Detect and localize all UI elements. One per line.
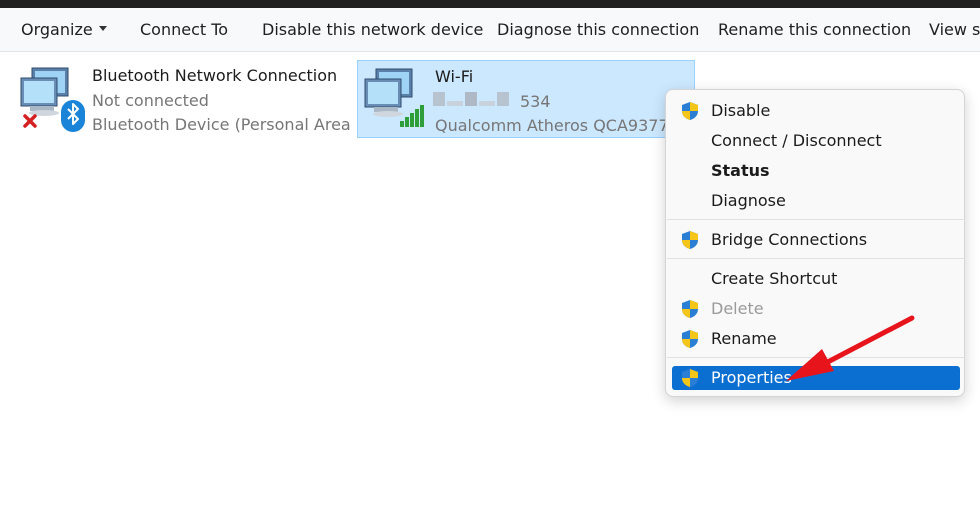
uac-shield-icon [682,300,698,318]
redacted-network-name [433,92,519,106]
connect-to-button[interactable]: Connect To [140,8,228,51]
menu-item-connect-disconnect[interactable]: Connect / Disconnect [672,129,960,153]
uac-shield-icon [682,231,698,249]
menu-separator [667,357,965,358]
connection-device: Bluetooth Device (Personal Area ... [92,115,350,134]
connection-name: Bluetooth Network Connection [92,66,338,85]
diagnose-connection-button[interactable]: Diagnose this connection [497,8,699,51]
connection-status: Not connected [92,91,209,110]
organize-button[interactable]: Organize [21,8,107,51]
menu-item-label: Diagnose [711,191,786,210]
menu-item-label: Bridge Connections [711,230,868,249]
menu-item-label: Properties [711,368,792,387]
organize-label: Organize [21,20,93,39]
menu-item-label: Connect / Disconnect [711,131,882,150]
rename-connection-button[interactable]: Rename this connection [718,8,911,51]
menu-item-label: Delete [711,299,764,318]
menu-item-label: Disable [711,101,771,120]
uac-shield-icon [682,102,698,120]
menu-item-label: Create Shortcut [711,269,838,288]
menu-item-delete: Delete [672,297,960,321]
bluetooth-network-icon [20,67,85,132]
connection-tile-wifi[interactable]: Wi-Fi 534 Qualcomm Atheros QCA9377 W [357,60,695,138]
context-menu: Disable Connect / Disconnect Status Diag… [665,89,965,397]
menu-item-rename[interactable]: Rename [672,327,960,351]
view-status-button[interactable]: View st [929,8,980,51]
connection-tile-bluetooth[interactable]: Bluetooth Network Connection Not connect… [12,60,350,138]
connection-name: Wi-Fi [435,67,474,86]
menu-item-diagnose[interactable]: Diagnose [672,189,960,213]
uac-shield-icon [682,369,698,387]
menu-item-status[interactable]: Status [672,159,960,183]
menu-item-create-shortcut[interactable]: Create Shortcut [672,267,960,291]
menu-item-bridge-connections[interactable]: Bridge Connections [672,228,960,252]
menu-item-properties[interactable]: Properties [672,366,960,390]
disable-device-button[interactable]: Disable this network device [262,8,483,51]
wifi-network-icon [364,68,424,127]
menu-separator [667,258,965,259]
connection-device: Qualcomm Atheros QCA9377 W [435,116,690,135]
menu-item-label: Rename [711,329,777,348]
connection-status: 534 [520,92,551,111]
uac-shield-icon [682,330,698,348]
menu-item-label: Status [711,161,770,180]
title-bar-strip [0,0,980,8]
network-connections-window: Organize Connect To Disable this network… [0,0,980,507]
caret-down-icon [98,26,107,31]
menu-item-disable[interactable]: Disable [672,99,960,123]
menu-separator [667,219,965,220]
command-bar: Organize Connect To Disable this network… [0,8,980,52]
